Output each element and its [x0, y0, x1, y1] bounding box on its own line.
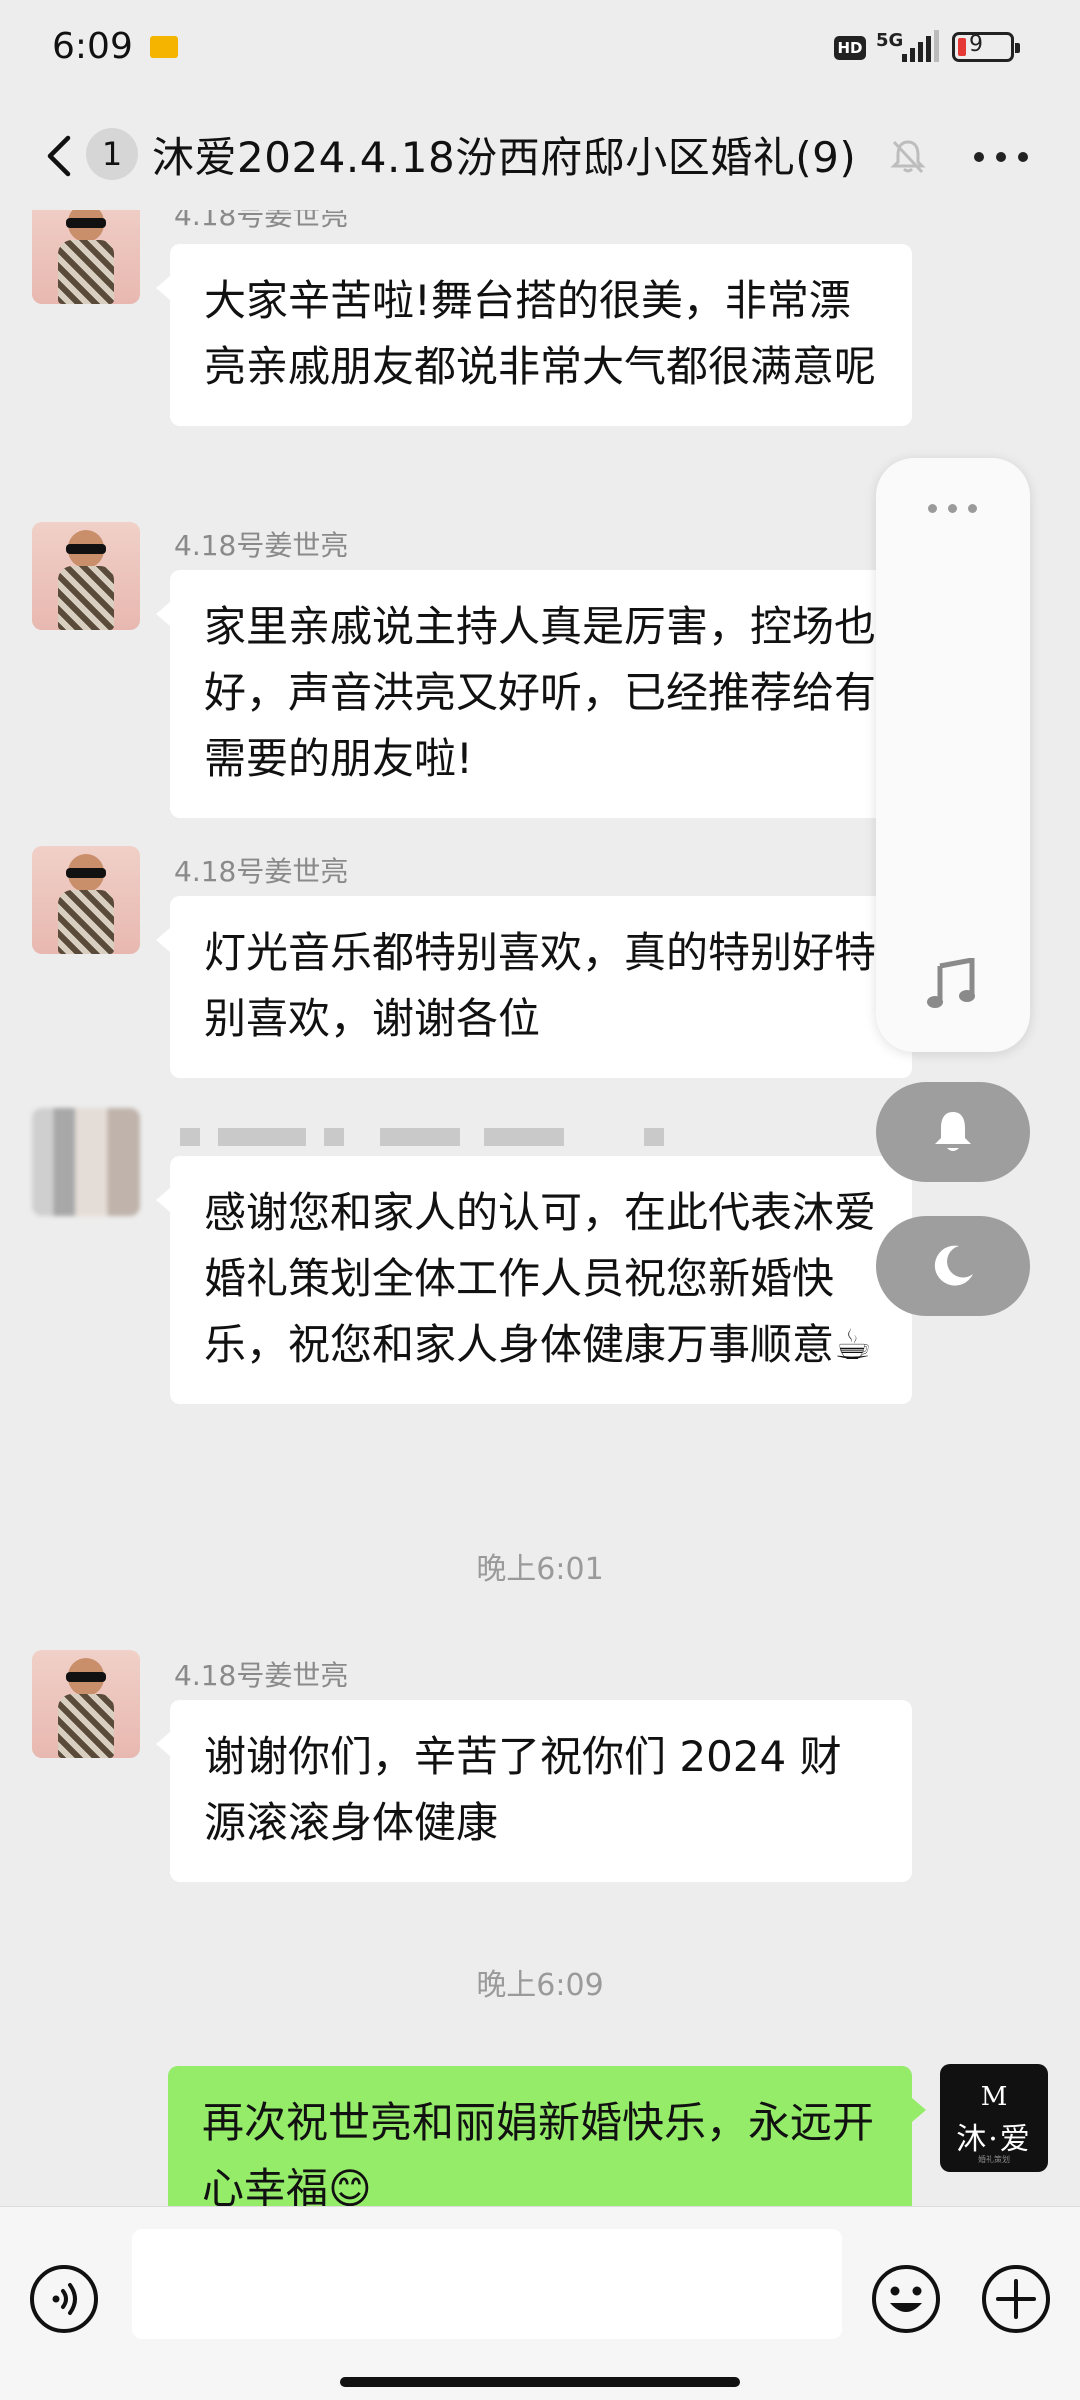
- sender-name: 4.18号姜世亮: [174, 1659, 349, 1692]
- voice-input-icon[interactable]: [28, 2263, 100, 2335]
- sender-avatar[interactable]: [32, 846, 140, 954]
- sender-avatar[interactable]: [32, 522, 140, 630]
- music-note-icon[interactable]: [926, 958, 980, 1012]
- home-indicator[interactable]: [340, 2377, 740, 2387]
- sender-name: 4.18号姜世亮: [174, 210, 349, 232]
- unread-count-badge[interactable]: 1: [86, 128, 138, 180]
- hd-icon: HD: [834, 36, 866, 60]
- message-bubble[interactable]: 大家辛苦啦!舞台搭的很美，非常漂亮亲戚朋友都说非常大气都很满意呢: [156, 244, 912, 426]
- status-bar: 6:09 HD 5G 9: [0, 0, 1080, 100]
- sender-avatar[interactable]: [32, 210, 140, 304]
- battery-icon: 9: [952, 32, 1020, 62]
- timestamp: 晚上6:09: [476, 1968, 604, 2003]
- my-message-bubble[interactable]: 再次祝世亮和丽娟新婚快乐，永远开心幸福😊: [168, 2066, 926, 2206]
- sender-name: 4.18号姜世亮: [174, 529, 349, 562]
- message-bubble[interactable]: 感谢您和家人的认可，在此代表沐爱婚礼策划全体工作人员祝您新婚快乐，祝您和家人身体…: [156, 1156, 912, 1404]
- bell-icon: [935, 1112, 971, 1151]
- plus-icon[interactable]: [980, 2263, 1052, 2335]
- floating-more-icon[interactable]: [928, 502, 978, 514]
- floating-window-panel[interactable]: [876, 458, 1030, 1052]
- more-options-icon[interactable]: [974, 150, 1034, 164]
- notification-flag-icon: [150, 36, 178, 58]
- signal-icon: [902, 30, 939, 62]
- brand-logo-name: 沐·爱: [956, 2122, 1032, 2157]
- chat-title[interactable]: 沐爱2024.4.18汾西府邸小区婚礼(9): [152, 124, 856, 185]
- back-arrow-icon[interactable]: [40, 134, 80, 178]
- chat-header: 1 沐爱2024.4.18汾西府邸小区婚礼(9): [0, 100, 1080, 210]
- mute-bell-icon: [890, 140, 926, 174]
- message-bubble[interactable]: 谢谢你们，辛苦了祝你们 2024 财源滚滚身体健康: [156, 1700, 912, 1882]
- message-bubble[interactable]: 家里亲戚说主持人真是厉害，控场也好，声音洪亮又好听，已经推荐给有需要的朋友啦!: [156, 570, 912, 818]
- message-input[interactable]: [132, 2229, 842, 2339]
- input-bar: [0, 2206, 1080, 2400]
- message-bubble[interactable]: 灯光音乐都特别喜欢，真的特别好特别喜欢，谢谢各位: [156, 896, 912, 1078]
- timestamp: 晚上6:01: [476, 1552, 604, 1587]
- moon-icon: [934, 1245, 973, 1286]
- sender-avatar-blurred[interactable]: [32, 1108, 140, 1216]
- brand-logo-mark: M: [980, 2082, 1008, 2112]
- my-avatar[interactable]: M 沐·爱 婚礼策划: [940, 2064, 1048, 2172]
- floating-night-mode-button[interactable]: [876, 1216, 1030, 1316]
- floating-notification-button[interactable]: [876, 1082, 1030, 1182]
- battery-level: 9: [969, 32, 983, 57]
- brand-logo-sub: 婚礼策划: [978, 2155, 1010, 2164]
- sender-name: 4.18号姜世亮: [174, 855, 349, 888]
- sender-avatar[interactable]: [32, 1650, 140, 1758]
- emoji-icon[interactable]: [870, 2263, 942, 2335]
- status-time: 6:09: [52, 26, 133, 67]
